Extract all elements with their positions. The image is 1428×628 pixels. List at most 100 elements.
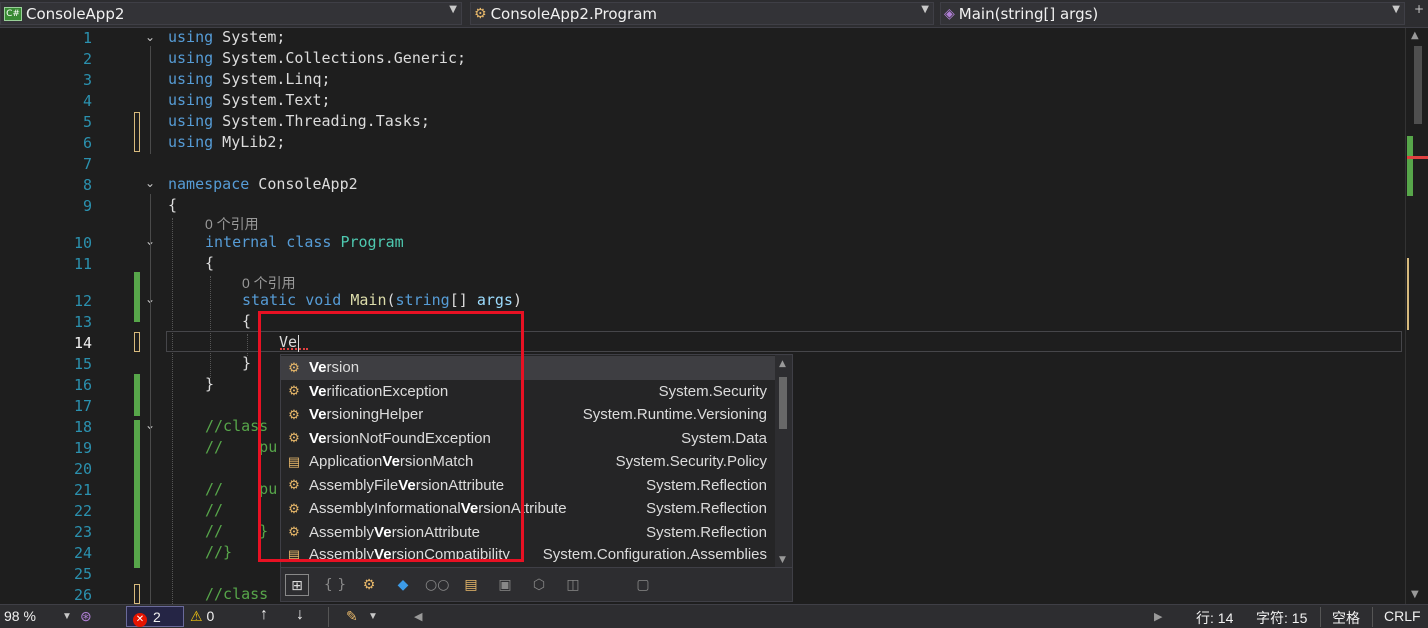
item-match: Ve (374, 546, 392, 563)
collapse-chevron-icon[interactable]: ⌄ (144, 30, 156, 44)
code-text: System.Linq; (213, 70, 331, 88)
code-line[interactable]: using System.Collections.Generic; (168, 49, 466, 67)
completion-item[interactable]: ⚙ VersioningHelper System.Runtime.Versio… (281, 403, 775, 427)
project-dropdown[interactable]: C# ConsoleApp2 ▼ (0, 2, 462, 25)
line-number: 20 (73, 460, 92, 478)
code-line[interactable]: { (242, 312, 251, 330)
code-line[interactable]: using System; (168, 28, 285, 46)
code-line-comment[interactable]: // } (205, 522, 268, 540)
scroll-up-arrow-icon[interactable]: ▲ (1411, 30, 1419, 41)
code-line[interactable]: using MyLib2; (168, 133, 285, 151)
completion-item[interactable]: ▤ AssemblyVersionCompatibility System.Co… (281, 544, 775, 565)
code-text: System.Text; (213, 91, 331, 109)
line-ending-mode[interactable]: CRLF (1384, 608, 1421, 624)
chevron-down-icon: ▼ (921, 4, 929, 15)
class-dropdown[interactable]: ⚙ ConsoleApp2.Program ▼ (470, 2, 934, 25)
zoom-level[interactable]: 98 % (4, 608, 36, 624)
health-icon[interactable]: ⊛ (80, 608, 92, 625)
item-namespace: System.Data (681, 429, 767, 447)
scroll-right-arrow-icon[interactable]: ▶ (1154, 610, 1162, 623)
completion-item[interactable]: ⚙ VersionNotFoundException System.Data (281, 427, 775, 451)
collapse-chevron-icon[interactable]: ⌄ (144, 176, 156, 190)
whitespace-mode[interactable]: 空格 (1332, 608, 1360, 628)
code-line-comment[interactable]: // pu (205, 438, 277, 456)
snippet-filter-icon[interactable]: ▢ (631, 574, 655, 596)
code-line[interactable]: } (205, 375, 214, 393)
item-suffix: rsionMatch (399, 453, 474, 471)
item-match: Ve (398, 476, 416, 494)
completion-scrollbar[interactable]: ▲ ▼ (775, 355, 792, 567)
scroll-down-arrow-icon[interactable]: ▼ (1411, 589, 1419, 600)
code-line-comment[interactable]: // (205, 501, 223, 519)
project-name: ConsoleApp2 (26, 4, 125, 23)
code-line[interactable]: static void Main(string[] args) (242, 291, 522, 309)
module-filter-icon[interactable]: ▣ (493, 574, 517, 596)
code-line[interactable]: namespace ConsoleApp2 (168, 175, 358, 193)
scroll-left-arrow-icon[interactable]: ◀ (414, 610, 422, 623)
enum-filter-icon[interactable]: ▤ (459, 574, 483, 596)
scroll-up-arrow-icon[interactable]: ▲ (779, 359, 786, 369)
generic-filter-icon[interactable]: ◫ (561, 574, 585, 596)
struct-filter-icon[interactable]: ⬡ (527, 574, 551, 596)
code-line[interactable]: using System.Text; (168, 91, 331, 109)
indent-guide (210, 276, 211, 378)
warning-count-button[interactable]: ⚠ 0 (190, 608, 214, 625)
line-number: 22 (73, 502, 92, 520)
interface-filter-icon[interactable]: ◆ (391, 574, 415, 596)
completion-item[interactable]: ⚙ AssemblyFileVersionAttribute System.Re… (281, 474, 775, 498)
warning-count: 0 (206, 608, 215, 624)
member-dropdown[interactable]: ◈ Main(string[] args) ▼ (940, 2, 1405, 25)
code-lens-references[interactable]: 0 个引用 (242, 273, 296, 293)
chevron-down-icon[interactable]: ▼ (62, 611, 72, 622)
split-window-button[interactable]: + (1410, 2, 1428, 25)
namespace-filter-icon[interactable]: { } (323, 574, 347, 596)
code-line[interactable]: { (168, 196, 177, 214)
completion-item[interactable]: ⚙ AssemblyVersionAttribute System.Reflec… (281, 521, 775, 545)
line-number: 5 (82, 113, 92, 131)
line-number: 19 (73, 439, 92, 457)
item-suffix: rsioningHelper (326, 406, 424, 424)
code-line[interactable]: using System.Linq; (168, 70, 331, 88)
code-line[interactable]: internal class Program (205, 233, 404, 251)
code-line-comment[interactable]: //} (205, 543, 232, 561)
code-line[interactable]: } (242, 354, 251, 372)
intellisense-completion-list[interactable]: ⚙ Version ⚙ VerificationException System… (280, 354, 793, 602)
scrollbar-thumb[interactable] (1414, 46, 1422, 124)
line-number: 15 (73, 355, 92, 373)
code-line-comment[interactable]: //class (205, 417, 268, 435)
class-filter-icon[interactable]: ⚙ (357, 574, 381, 596)
completion-item[interactable]: ⚙ AssemblyInformationalVersionAttribute … (281, 497, 775, 521)
current-line-highlight (166, 331, 1402, 352)
code-line-comment[interactable]: // pu (205, 480, 277, 498)
code-lens-references[interactable]: 0 个引用 (205, 214, 259, 234)
scroll-change-marker (1407, 176, 1413, 196)
class-icon: ⚙ (288, 524, 300, 540)
scroll-down-arrow-icon[interactable]: ▼ (779, 555, 786, 565)
column-indicator[interactable]: 字符: 15 (1256, 608, 1307, 628)
scrollbar-thumb[interactable] (779, 377, 787, 429)
code-line[interactable]: using System.Threading.Tasks; (168, 112, 430, 130)
class-icon: ⚙ (288, 500, 300, 516)
code-text: ( (386, 291, 396, 309)
delegate-filter-icon[interactable]: ○○ (425, 574, 449, 596)
item-namespace: System.Security (658, 382, 767, 400)
chevron-down-icon[interactable]: ▼ (368, 611, 378, 622)
completion-item-selected[interactable]: ⚙ Version (281, 356, 775, 380)
item-suffix: rificationException (326, 382, 449, 400)
line-indicator[interactable]: 行: 14 (1196, 608, 1233, 628)
item-suffix: rsionAttribute (391, 523, 480, 541)
next-issue-arrow-icon[interactable]: ↓ (296, 606, 304, 624)
code-line[interactable]: { (205, 254, 214, 272)
code-cleanup-brush-icon[interactable]: ✎ (346, 608, 358, 625)
code-line-comment[interactable]: //class (205, 585, 268, 603)
completion-item[interactable]: ⚙ VerificationException System.Security (281, 380, 775, 404)
expand-toggle-icon[interactable]: ⊞ (285, 574, 309, 596)
error-count-button[interactable]: ✕ 2 (126, 606, 184, 627)
completion-item[interactable]: ▤ ApplicationVersionMatch System.Securit… (281, 450, 775, 474)
previous-issue-arrow-icon[interactable]: ↑ (260, 606, 268, 624)
code-text: System.Collections.Generic; (213, 49, 467, 67)
method-icon: ◈ (944, 5, 955, 22)
keyword: internal (205, 233, 278, 251)
vertical-scrollbar[interactable]: ▲ ▼ (1405, 28, 1428, 604)
keyword: using (168, 49, 214, 67)
